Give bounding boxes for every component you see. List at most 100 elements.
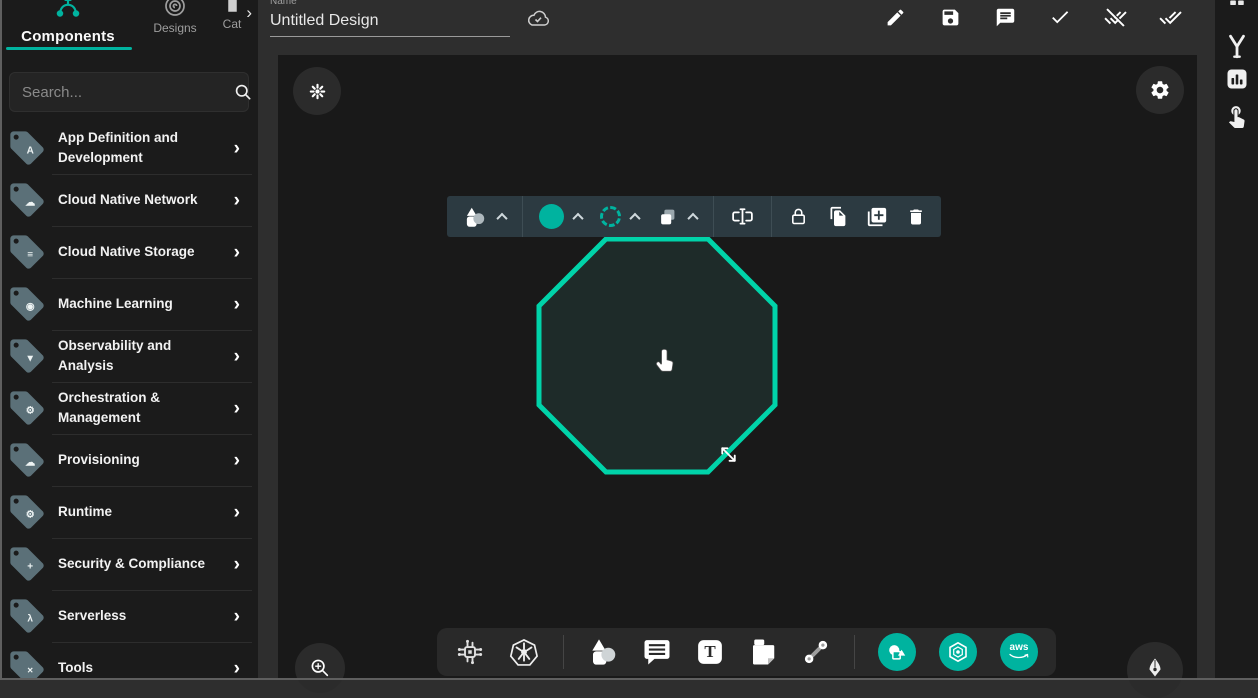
design-canvas[interactable]: T aws <box>278 55 1197 680</box>
aws-models-button[interactable]: aws <box>1000 633 1038 671</box>
lock-button[interactable] <box>783 203 814 230</box>
sidebar-item-label: Orchestration & Management <box>50 388 222 427</box>
octagon-shape[interactable] <box>536 236 778 475</box>
chevron-right-icon: › <box>222 139 240 158</box>
sidebar-item-observability[interactable]: ▼ Observability and Analysis › <box>0 330 258 382</box>
lock-icon <box>788 206 809 227</box>
flower-icon <box>309 83 326 100</box>
sidebar-item-tools[interactable]: × Tools › <box>0 642 258 680</box>
divider <box>713 196 714 237</box>
chevron-right-icon: › <box>222 451 240 470</box>
chevron-up-icon <box>687 212 698 223</box>
divider <box>563 635 564 669</box>
deploy-icon[interactable] <box>1158 5 1182 29</box>
kubernetes-tool[interactable] <box>508 636 540 668</box>
sidebar-item-label: App Definition and Development <box>50 128 222 167</box>
chevron-right-icon: › <box>222 503 240 522</box>
tab-designs-label: Designs <box>153 21 196 35</box>
category-list: A App Definition and Development › ☁ Clo… <box>0 122 258 680</box>
tab-designs[interactable]: Designs <box>144 0 206 35</box>
shape-picker-dropdown[interactable] <box>457 201 511 233</box>
undeploy-icon[interactable] <box>1103 5 1127 29</box>
border-style-dropdown[interactable] <box>595 203 644 230</box>
tag-icon: ▼ <box>6 335 50 377</box>
component-tool[interactable] <box>455 637 485 667</box>
rename-icon <box>730 204 755 229</box>
copy-button[interactable] <box>822 203 853 230</box>
design-name-block: Name <box>270 0 520 37</box>
zoom-in-icon <box>309 657 331 679</box>
text-tool-glyph: T <box>704 642 715 662</box>
tab-catalog[interactable]: Cat <box>214 0 250 31</box>
comment-tool[interactable] <box>642 637 672 667</box>
sidebar-item-security[interactable]: + Security & Compliance › <box>0 538 258 590</box>
sidebar-item-cloud-native-network[interactable]: ☁ Cloud Native Network › <box>0 174 258 226</box>
sidebar-item-orchestration[interactable]: ⚙ Orchestration & Management › <box>0 382 258 434</box>
text-tool[interactable]: T <box>695 637 725 667</box>
aws-label: aws <box>1010 643 1029 653</box>
chevron-right-icon: › <box>222 555 240 574</box>
sidebar-item-cloud-native-storage[interactable]: ≡ Cloud Native Storage › <box>0 226 258 278</box>
edit-icon[interactable] <box>883 5 907 29</box>
fill-color-swatch <box>539 204 564 229</box>
sidebar-item-runtime[interactable]: ⚙ Runtime › <box>0 486 258 538</box>
sidebar-item-machine-learning[interactable]: ◉ Machine Learning › <box>0 278 258 330</box>
touch-icon[interactable] <box>1224 103 1249 128</box>
catalog-icon <box>224 0 241 13</box>
chevron-right-icon: › <box>222 243 240 262</box>
tag-icon: + <box>6 543 50 585</box>
tag-icon: ◉ <box>6 283 50 325</box>
sidebar-item-label: Tools <box>50 658 222 678</box>
trash-icon <box>906 207 926 227</box>
sidebar-item-label: Observability and Analysis <box>50 336 222 375</box>
shape-context-toolbar <box>447 196 941 237</box>
tag-icon: λ <box>6 595 50 637</box>
add-copy-icon <box>866 206 888 228</box>
grid-icon[interactable] <box>1228 0 1246 7</box>
tab-components[interactable]: Components <box>4 0 132 45</box>
pen-tool-button[interactable] <box>1127 642 1183 698</box>
duplicate-button[interactable] <box>861 203 893 231</box>
design-header: Name <box>258 0 1215 55</box>
header-actions <box>883 5 1182 29</box>
sidebar-item-serverless[interactable]: λ Serverless › <box>0 590 258 642</box>
sidebar-item-app-definition[interactable]: A App Definition and Development › <box>0 122 258 174</box>
divider <box>771 196 772 237</box>
sidebar-item-label: Provisioning <box>50 450 222 470</box>
copy-icon <box>827 206 848 227</box>
search-icon[interactable] <box>233 82 253 102</box>
save-icon[interactable] <box>938 5 962 29</box>
design-name-input[interactable] <box>270 10 510 37</box>
component-search <box>9 72 249 112</box>
components-icon <box>55 0 81 18</box>
tag-icon: ☁ <box>6 179 50 221</box>
canvas-actions-button[interactable] <box>293 67 341 115</box>
tab-scroll-chevron-icon[interactable]: › <box>246 4 252 21</box>
arrange-dropdown[interactable] <box>652 203 702 231</box>
zoom-button[interactable] <box>295 643 345 693</box>
chevron-right-icon: › <box>222 399 240 418</box>
window-edge <box>0 0 2 680</box>
sidebar-item-provisioning[interactable]: ☁ Provisioning › <box>0 434 258 486</box>
canvas-settings-button[interactable] <box>1136 66 1184 114</box>
sidebar-item-label: Machine Learning <box>50 294 222 314</box>
fill-color-dropdown[interactable] <box>534 201 587 232</box>
sidebar-item-label: Security & Compliance <box>50 554 222 574</box>
name-field-label: Name <box>270 0 297 7</box>
chart-icon[interactable] <box>1225 67 1249 91</box>
kubernetes-models-button[interactable] <box>939 633 977 671</box>
chevron-right-icon: › <box>222 347 240 366</box>
tag-icon: ☁ <box>6 439 50 481</box>
rename-button[interactable] <box>725 201 760 232</box>
search-input[interactable] <box>10 84 233 101</box>
comment-icon[interactable] <box>993 5 1017 29</box>
active-tab-indicator <box>6 47 132 50</box>
shapes-tool[interactable] <box>587 636 619 668</box>
edge-tool[interactable] <box>801 637 831 667</box>
note-tool[interactable] <box>748 637 778 667</box>
delete-button[interactable] <box>901 204 931 230</box>
validator-y-icon[interactable] <box>1224 33 1250 61</box>
components-sidebar: Components Designs Cat › <box>0 0 258 680</box>
validate-check-icon[interactable] <box>1048 5 1072 29</box>
meshery-shapes-button[interactable] <box>878 633 916 671</box>
